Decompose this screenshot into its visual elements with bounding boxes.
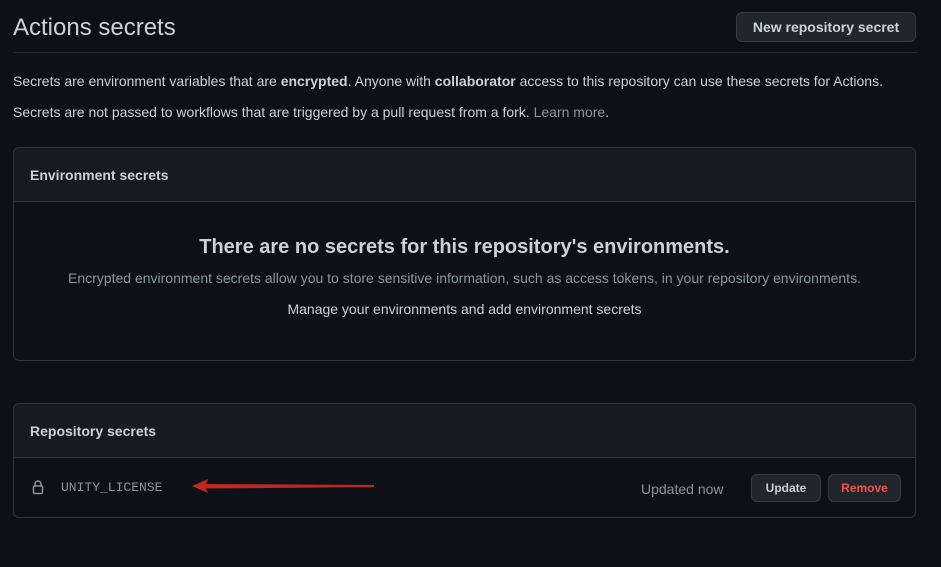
description-line-1: Secrets are environment variables that a… [13, 73, 883, 89]
manage-environments-link[interactable]: Manage your environments and add environ… [14, 301, 915, 317]
annotation-arrow-icon [192, 479, 374, 493]
empty-state-title: There are no secrets for this repository… [199, 236, 730, 258]
lock-icon [31, 479, 45, 495]
repository-secrets-panel: Repository secrets UNITY_LICENSE Updated… [13, 403, 916, 518]
secret-name: UNITY_LICENSE [61, 480, 163, 495]
remove-secret-button[interactable]: Remove [828, 474, 901, 502]
secret-row: UNITY_LICENSE Updated now Update Remove [14, 458, 915, 517]
empty-state-description: Encrypted environment secrets allow you … [68, 270, 861, 286]
new-repository-secret-button[interactable]: New repository secret [736, 12, 916, 42]
update-secret-button[interactable]: Update [751, 474, 821, 502]
secret-updated-status: Updated now [641, 481, 724, 497]
environment-secrets-heading: Environment secrets [14, 148, 915, 202]
header-divider [13, 52, 917, 53]
learn-more-link[interactable]: Learn more [534, 104, 606, 120]
environment-secrets-panel: Environment secrets There are no secrets… [13, 147, 916, 361]
page-title: Actions secrets [13, 14, 176, 41]
repository-secrets-heading: Repository secrets [14, 404, 915, 458]
description-line-2: Secrets are not passed to workflows that… [13, 104, 610, 120]
